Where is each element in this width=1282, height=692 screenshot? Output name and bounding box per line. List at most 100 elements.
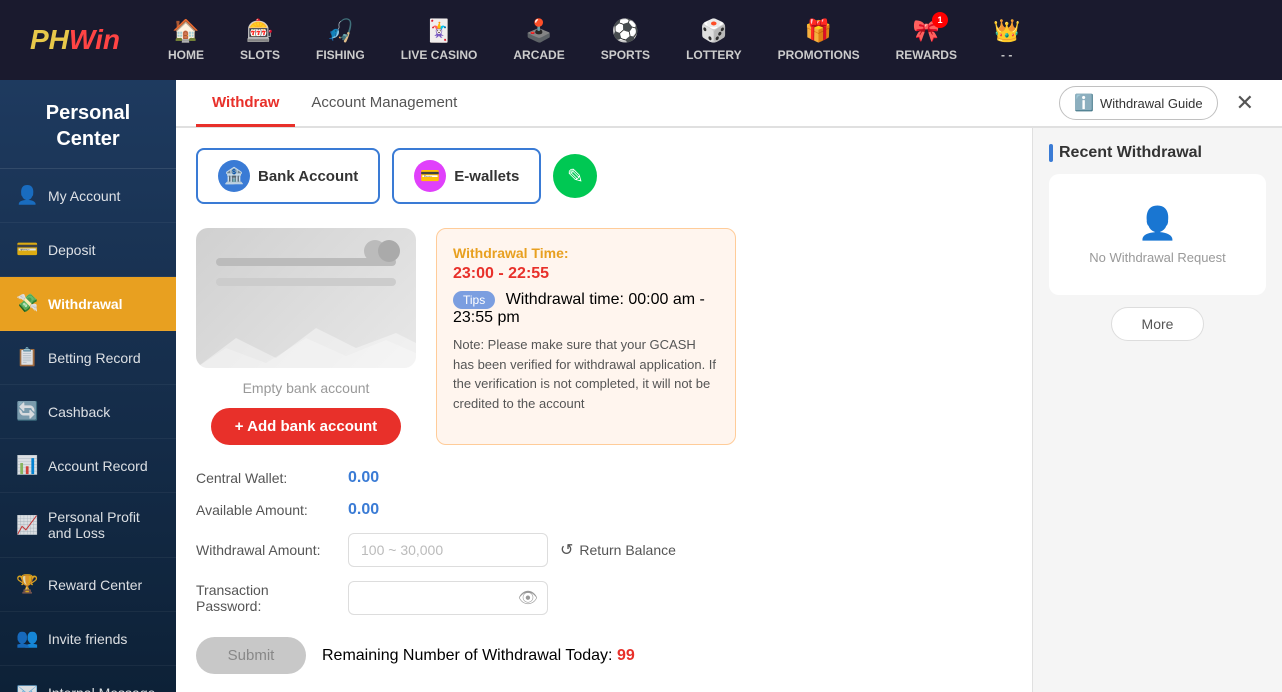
sports-icon: ⚽ xyxy=(612,18,639,44)
sidebar-item-internal-message[interactable]: ✉️ Internal Message xyxy=(0,666,176,692)
close-button[interactable]: ✕ xyxy=(1228,86,1262,120)
sidebar-item-my-account[interactable]: 👤 My Account xyxy=(0,169,176,223)
withdrawal-guide-button[interactable]: ℹ️ Withdrawal Guide xyxy=(1059,86,1218,120)
nav-fishing[interactable]: 🎣 FISHING xyxy=(298,12,383,68)
withdrawal-time-value: 23:00 - 22:55 xyxy=(453,265,719,283)
sidebar-item-account-record[interactable]: 📊 Account Record xyxy=(0,439,176,493)
content-body: 🏦 Bank Account 💳 E-wallets ✎ xyxy=(176,128,1282,692)
mountains-decoration xyxy=(196,318,416,368)
nav-slots[interactable]: 🎰 SLOTS xyxy=(222,12,298,68)
content-area: Withdraw Account Management ℹ️ Withdrawa… xyxy=(176,80,1282,692)
bank-account-label: Bank Account xyxy=(258,168,358,185)
logo[interactable]: PHWin xyxy=(10,10,140,70)
tab-bar: Withdraw Account Management ℹ️ Withdrawa… xyxy=(176,80,1282,128)
e-wallets-label: E-wallets xyxy=(454,168,519,185)
nav-lottery-label: LOTTERY xyxy=(686,48,742,62)
transaction-password-row: Transaction Password: 👁 xyxy=(196,581,1012,615)
reward-center-icon: 🏆 xyxy=(16,574,38,595)
sidebar-item-cashback[interactable]: 🔄 Cashback xyxy=(0,385,176,439)
info-icon: ℹ️ xyxy=(1074,93,1094,113)
ewallet-icon: 💳 xyxy=(414,160,446,192)
more-button[interactable]: More xyxy=(1111,307,1205,341)
fishing-icon: 🎣 xyxy=(327,18,354,44)
promotions-icon: 🎁 xyxy=(805,18,832,44)
account-record-icon: 📊 xyxy=(16,455,38,476)
tab-bar-right: ℹ️ Withdrawal Guide ✕ xyxy=(1059,86,1262,120)
content-main: 🏦 Bank Account 💳 E-wallets ✎ xyxy=(176,128,1032,692)
card-circle-2 xyxy=(378,240,400,262)
nav-live-casino-label: LIVE CASINO xyxy=(401,48,478,62)
internal-message-icon: ✉️ xyxy=(16,682,38,692)
sidebar-item-betting-record[interactable]: 📋 Betting Record xyxy=(0,331,176,385)
sidebar-my-account-label: My Account xyxy=(48,188,120,204)
withdrawal-guide-label: Withdrawal Guide xyxy=(1100,96,1203,111)
nav-items: 🏠 HOME 🎰 SLOTS 🎣 FISHING 🃏 LIVE CASINO 🕹… xyxy=(150,12,1272,68)
withdrawal-icon: 💸 xyxy=(16,293,38,314)
pencil-icon: ✎ xyxy=(567,164,584,189)
personal-profit-icon: 📈 xyxy=(16,515,38,536)
withdrawal-note: Note: Please make sure that your GCASH h… xyxy=(453,335,719,413)
sidebar-reward-center-label: Reward Center xyxy=(48,577,142,593)
return-icon: ↺ xyxy=(560,540,573,560)
mid-section: Empty bank account + Add bank account Wi… xyxy=(196,228,1012,445)
withdrawal-amount-input[interactable] xyxy=(348,533,548,567)
withdrawal-amount-label: Withdrawal Amount: xyxy=(196,542,336,558)
available-amount-value: 0.00 xyxy=(348,501,379,519)
sidebar-item-withdrawal[interactable]: 💸 Withdrawal xyxy=(0,277,176,331)
sidebar-invite-friends-label: Invite friends xyxy=(48,631,127,647)
nav-sports[interactable]: ⚽ SPORTS xyxy=(583,12,668,68)
sidebar: Personal Center 👤 My Account 💳 Deposit 💸… xyxy=(0,80,176,692)
nav-slots-label: SLOTS xyxy=(240,48,280,62)
sidebar-item-invite-friends[interactable]: 👥 Invite friends xyxy=(0,612,176,666)
available-amount-label: Available Amount: xyxy=(196,502,336,518)
nav-rewards[interactable]: 🎀 1 REWARDS xyxy=(878,12,975,68)
nav-sports-label: SPORTS xyxy=(601,48,650,62)
sidebar-cashback-label: Cashback xyxy=(48,404,110,420)
add-method-button[interactable]: ✎ xyxy=(553,154,597,198)
invite-friends-icon: 👥 xyxy=(16,628,38,649)
right-panel: Recent Withdrawal 👤 No Withdrawal Reques… xyxy=(1032,128,1282,692)
betting-record-icon: 📋 xyxy=(16,347,38,368)
slots-icon: 🎰 xyxy=(246,18,273,44)
sidebar-title: Personal Center xyxy=(0,80,176,169)
no-withdrawal-box: 👤 No Withdrawal Request xyxy=(1049,174,1266,295)
add-bank-account-button[interactable]: + Add bank account xyxy=(211,408,401,445)
nav-vip-label: - - xyxy=(1001,48,1012,62)
nav-home[interactable]: 🏠 HOME xyxy=(150,12,222,68)
sidebar-item-personal-profit[interactable]: 📈 Personal Profit and Loss xyxy=(0,493,176,558)
sidebar-personal-profit-label: Personal Profit and Loss xyxy=(48,509,160,541)
submit-row: Submit Remaining Number of Withdrawal To… xyxy=(196,637,1012,674)
bank-account-button[interactable]: 🏦 Bank Account xyxy=(196,148,380,204)
withdrawal-amount-row: Withdrawal Amount: ↺ Return Balance xyxy=(196,533,1012,567)
live-casino-icon: 🃏 xyxy=(425,18,452,44)
tab-account-management[interactable]: Account Management xyxy=(295,81,473,127)
card-circles xyxy=(364,240,400,262)
remaining-count: 99 xyxy=(617,647,635,664)
eye-icon[interactable]: 👁 xyxy=(518,588,538,608)
central-wallet-value: 0.00 xyxy=(348,469,379,487)
main-layout: Personal Center 👤 My Account 💳 Deposit 💸… xyxy=(0,80,1282,692)
deposit-icon: 💳 xyxy=(16,239,38,260)
logo-win: Win xyxy=(69,24,120,56)
nav-vip[interactable]: 👑 - - xyxy=(975,12,1038,68)
nav-arcade[interactable]: 🕹️ ARCADE xyxy=(495,12,582,68)
nav-promotions[interactable]: 🎁 PROMOTIONS xyxy=(760,12,878,68)
my-account-icon: 👤 xyxy=(16,185,38,206)
sidebar-betting-record-label: Betting Record xyxy=(48,350,141,366)
nav-lottery[interactable]: 🎲 LOTTERY xyxy=(668,12,760,68)
e-wallets-button[interactable]: 💳 E-wallets xyxy=(392,148,541,204)
return-balance-button[interactable]: ↺ Return Balance xyxy=(560,540,676,560)
form-section: Central Wallet: 0.00 Available Amount: 0… xyxy=(196,469,1012,674)
nav-live-casino[interactable]: 🃏 LIVE CASINO xyxy=(383,12,496,68)
sidebar-item-reward-center[interactable]: 🏆 Reward Center xyxy=(0,558,176,612)
withdrawal-tips-row: Tips Withdrawal time: 00:00 am - 23:55 p… xyxy=(453,291,719,327)
no-withdrawal-icon: 👤 xyxy=(1138,204,1178,242)
bank-card-area: Empty bank account + Add bank account xyxy=(196,228,416,445)
sidebar-withdrawal-label: Withdrawal xyxy=(48,296,123,312)
no-withdrawal-text: No Withdrawal Request xyxy=(1089,250,1226,265)
tab-withdraw[interactable]: Withdraw xyxy=(196,81,295,127)
submit-button[interactable]: Submit xyxy=(196,637,306,674)
withdrawal-time-label: Withdrawal Time: xyxy=(453,245,719,261)
sidebar-item-deposit[interactable]: 💳 Deposit xyxy=(0,223,176,277)
sidebar-deposit-label: Deposit xyxy=(48,242,95,258)
